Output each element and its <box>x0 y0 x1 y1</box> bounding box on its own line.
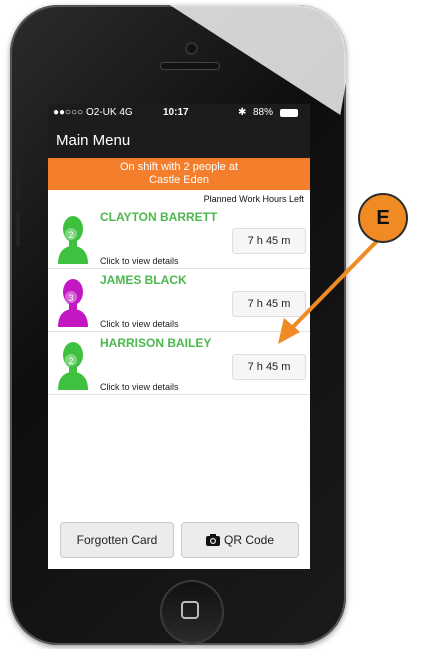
annotation-arrow <box>278 238 380 344</box>
callout-badge: E <box>358 193 408 243</box>
callout-label: E <box>376 206 390 229</box>
